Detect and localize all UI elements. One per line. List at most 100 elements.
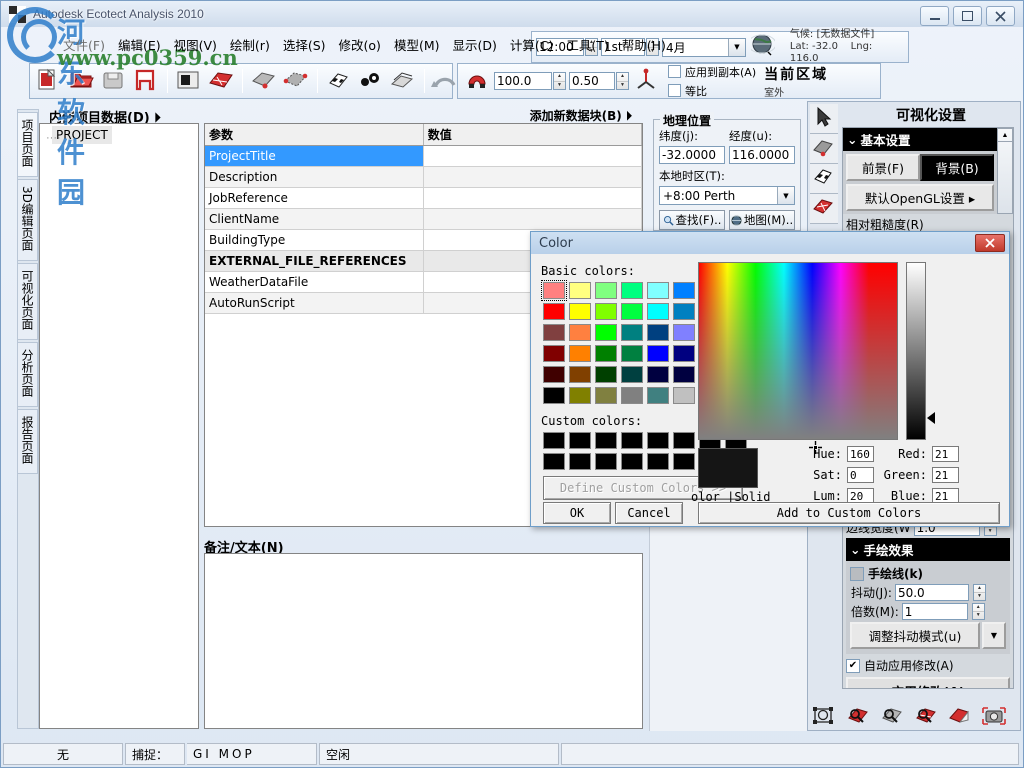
- zoom-gray-icon[interactable]: [878, 702, 908, 730]
- table-row[interactable]: Description: [205, 167, 642, 188]
- basic-color-swatch[interactable]: [593, 343, 619, 364]
- basic-color-swatch[interactable]: [593, 385, 619, 406]
- basic-color-swatch[interactable]: [619, 280, 645, 301]
- row-value[interactable]: [423, 146, 641, 167]
- sketch-lines-checkbox[interactable]: [850, 567, 864, 581]
- basic-color-swatch[interactable]: [671, 343, 697, 364]
- basic-color-swatch[interactable]: [541, 343, 567, 364]
- sidebar-item-3d-edit[interactable]: 3D编辑页面: [18, 179, 38, 261]
- basic-settings-section-header[interactable]: ⌄ 基本设置: [843, 128, 997, 151]
- find-location-button[interactable]: 查找(F)..: [659, 210, 725, 230]
- basic-color-swatch[interactable]: [671, 301, 697, 322]
- basic-color-swatch[interactable]: [619, 385, 645, 406]
- custom-color-swatch[interactable]: [671, 451, 697, 472]
- basic-color-swatch[interactable]: [645, 364, 671, 385]
- basic-color-swatch[interactable]: [671, 322, 697, 343]
- luminosity-slider[interactable]: [906, 262, 926, 440]
- add-to-custom-colors-button[interactable]: Add to Custom Colors: [698, 502, 1000, 524]
- menu-model[interactable]: 模型(M): [394, 35, 440, 55]
- menu-display[interactable]: 显示(D): [452, 35, 496, 55]
- checker-tool-icon[interactable]: [810, 164, 838, 194]
- sketch-lines-row[interactable]: 手绘线(k): [850, 565, 1006, 582]
- basic-color-swatch[interactable]: [541, 322, 567, 343]
- basic-color-swatch[interactable]: [645, 301, 671, 322]
- zoom-red-icon[interactable]: [844, 702, 874, 730]
- chevron-down-icon[interactable]: ▼: [777, 187, 794, 204]
- longitude-input[interactable]: 116.0000: [729, 146, 795, 164]
- custom-color-swatch[interactable]: [645, 451, 671, 472]
- surface-gray-icon[interactable]: [249, 67, 279, 95]
- table-row[interactable]: JobReference: [205, 188, 642, 209]
- menu-draw[interactable]: 绘制(r): [230, 35, 270, 55]
- basic-color-swatch[interactable]: [567, 364, 593, 385]
- custom-color-swatch[interactable]: [593, 430, 619, 451]
- basic-color-swatch[interactable]: [593, 322, 619, 343]
- pointer-tool-icon[interactable]: [810, 104, 838, 134]
- jitter-input[interactable]: 50.0: [895, 584, 969, 601]
- minimize-button[interactable]: [920, 6, 949, 26]
- notes-textarea[interactable]: [204, 553, 643, 729]
- basic-color-swatch[interactable]: [541, 364, 567, 385]
- basic-color-swatch[interactable]: [619, 322, 645, 343]
- ratio-value-input[interactable]: 0.50: [569, 72, 615, 90]
- menu-select[interactable]: 选择(S): [283, 35, 326, 55]
- basic-color-swatch[interactable]: [619, 343, 645, 364]
- jitter-spinner[interactable]: ▲▼: [973, 584, 986, 601]
- row-value[interactable]: [423, 188, 641, 209]
- basic-color-swatch[interactable]: [541, 280, 567, 301]
- uniform-checkbox[interactable]: [668, 84, 681, 97]
- basic-color-swatch[interactable]: [645, 385, 671, 406]
- globe-weather-icon[interactable]: [751, 33, 781, 61]
- chevron-down-icon[interactable]: ▼: [728, 39, 745, 56]
- menu-edit[interactable]: 编辑(E): [118, 35, 161, 55]
- add-new-block-button[interactable]: 添加新数据块(B) ⏵: [530, 107, 632, 124]
- basic-color-swatch[interactable]: [671, 280, 697, 301]
- apply-changes-button[interactable]: 应用修改(A): [846, 677, 1010, 689]
- auto-apply-checkbox[interactable]: ✔: [846, 659, 860, 673]
- wireframe-icon[interactable]: [810, 702, 840, 730]
- custom-color-swatch[interactable]: [619, 430, 645, 451]
- row-value[interactable]: [423, 209, 641, 230]
- basic-color-swatch[interactable]: [593, 280, 619, 301]
- custom-color-swatch[interactable]: [619, 451, 645, 472]
- color-gradient-field[interactable]: [698, 262, 898, 440]
- scroll-down-icon[interactable]: ▼: [982, 622, 1006, 649]
- menu-view[interactable]: 视图(V): [174, 35, 217, 55]
- custom-color-swatch[interactable]: [541, 430, 567, 451]
- layers-icon[interactable]: [388, 67, 418, 95]
- custom-color-swatch[interactable]: [541, 451, 567, 472]
- sidebar-item-project[interactable]: 项目页面: [18, 112, 38, 177]
- custom-color-swatch[interactable]: [671, 430, 697, 451]
- right-panel-scrollbar[interactable]: ▲: [997, 128, 1013, 214]
- open-file-icon[interactable]: [67, 67, 97, 95]
- material-dots-icon[interactable]: [356, 67, 386, 95]
- custom-color-swatch[interactable]: [567, 430, 593, 451]
- multiple-input[interactable]: 1: [902, 603, 968, 620]
- sidebar-item-analysis[interactable]: 分析页面: [18, 342, 38, 407]
- row-value[interactable]: [423, 167, 641, 188]
- red-input[interactable]: 21: [932, 446, 959, 462]
- custom-color-swatch[interactable]: [567, 451, 593, 472]
- grid-red-icon[interactable]: [206, 67, 236, 95]
- basic-color-swatch[interactable]: [541, 301, 567, 322]
- menu-help[interactable]: 帮助(H): [622, 35, 666, 55]
- scale-spinner[interactable]: ▲▼: [553, 72, 566, 90]
- apply-to-copy-checkbox[interactable]: [668, 65, 681, 78]
- cancel-button[interactable]: Cancel: [615, 502, 683, 524]
- material-pattern-icon[interactable]: [324, 67, 354, 95]
- ok-button[interactable]: OK: [543, 502, 611, 524]
- sidebar-item-visualize[interactable]: 可视化页面: [18, 263, 38, 340]
- basic-color-swatch[interactable]: [645, 343, 671, 364]
- project-tree[interactable]: ···· PROJECT: [39, 123, 199, 729]
- save-file-icon[interactable]: [99, 67, 129, 95]
- axis-tripod-icon[interactable]: [633, 67, 663, 95]
- basic-color-swatch[interactable]: [541, 385, 567, 406]
- menu-modify[interactable]: 修改(o): [339, 35, 381, 55]
- view-mode-icon[interactable]: [174, 67, 204, 95]
- print-icon[interactable]: [131, 67, 161, 95]
- basic-color-swatch[interactable]: [619, 364, 645, 385]
- map-button[interactable]: 地图(M)..: [729, 210, 795, 230]
- custom-color-swatch[interactable]: [645, 430, 671, 451]
- ratio-spinner[interactable]: ▲▼: [616, 72, 629, 90]
- month-select[interactable]: 4月 ▼: [662, 38, 746, 57]
